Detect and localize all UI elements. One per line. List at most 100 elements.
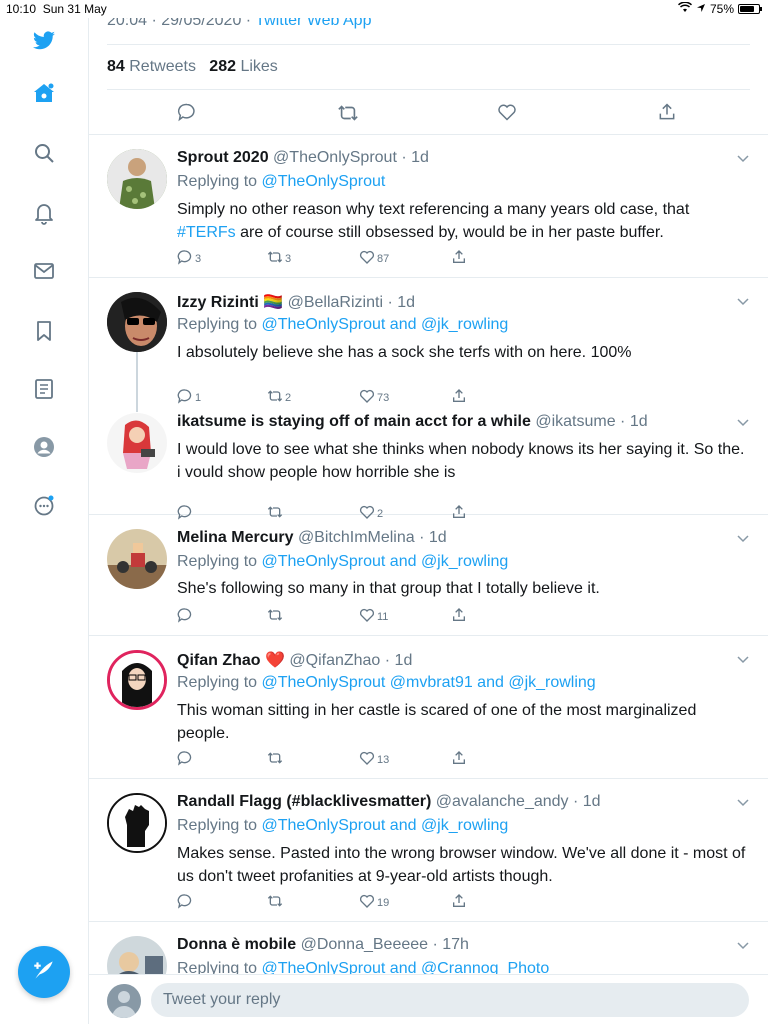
tweet-source-link[interactable]: Twitter Web App [255,18,371,29]
likes-stat[interactable]: 282 Likes [209,58,278,75]
share-button[interactable] [451,388,467,407]
bell-icon[interactable] [31,200,57,226]
like-icon [359,893,375,912]
retweet-button[interactable] [267,893,285,912]
tweet-actions: 13 [177,750,477,770]
like-button[interactable]: 87 [359,249,389,268]
retweet-button[interactable]: 3 [267,249,291,268]
twitter-logo-icon[interactable] [31,28,57,54]
tweet-text: Simply no other reason why text referenc… [177,201,690,241]
reply-tweet[interactable]: Randall Flagg (#blacklivesmatter) @avala… [89,779,768,922]
author-handle: @avalanche_andy · 1d [435,793,601,810]
replying-to: Replying to @TheOnlySprout and @jk_rowli… [177,553,509,570]
like-button[interactable]: 19 [359,893,389,912]
thread-connector [136,352,138,412]
reply-tweet[interactable]: Melina Mercury @BitchImMelina · 1d Reply… [89,515,768,636]
like-button[interactable]: 73 [359,388,389,407]
avatar[interactable] [107,292,167,352]
share-button[interactable] [451,607,467,626]
share-icon [451,893,467,912]
tweet-text: I would love to see what she thinks when… [177,441,745,481]
retweet-icon[interactable] [337,102,359,124]
share-icon [451,249,467,268]
reply-tweet[interactable]: Qifan Zhao ❤️ @QifanZhao · 1d Replying t… [89,636,768,779]
reply-icon [177,893,193,912]
tweet-text: I absolutely believe she has a sock she … [177,344,632,361]
retweet-button[interactable] [267,607,285,626]
author-name[interactable]: Sprout 2020 [177,149,269,166]
location-icon [696,2,706,16]
avatar[interactable] [107,936,167,974]
chevron-down-icon[interactable] [736,415,750,429]
avatar[interactable] [107,529,167,589]
hashtag-link[interactable]: #TERFs [177,224,236,241]
home-icon[interactable] [31,80,57,106]
reply-composer [89,974,768,1024]
share-button[interactable] [451,249,467,268]
author-name[interactable]: Qifan Zhao ❤️ [177,652,285,669]
retweet-icon [267,388,283,407]
compose-tweet-button[interactable] [18,946,70,998]
retweet-button[interactable]: 2 [267,388,291,407]
avatar[interactable] [107,650,167,710]
author-name[interactable]: Izzy Rizinti 🏳️‍🌈 [177,294,283,311]
share-button[interactable] [451,893,467,912]
list-icon[interactable] [31,376,57,402]
tweet-actions: 1 2 73 [177,388,477,408]
avatar[interactable] [107,149,167,209]
battery-icon [738,4,762,14]
replying-to: Replying to @TheOnlySprout @mvbrat91 and… [177,674,596,691]
share-button[interactable] [451,750,467,769]
share-icon [451,388,467,407]
author-name[interactable]: ikatsume is staying off of main acct for… [177,413,531,430]
author-name[interactable]: Melina Mercury [177,529,293,546]
reply-tweet[interactable]: Sprout 2020 @TheOnlySprout · 1d Replying… [89,135,768,278]
retweets-stat[interactable]: 84 Retweets [107,58,196,75]
profile-icon[interactable] [31,434,57,460]
tweet-timestamp: 20:04 · 29/05/2020 · Twitter Web App [107,18,371,30]
reply-thread: Izzy Rizinti 🏳️‍🌈 @BellaRizinti · 1d Rep… [89,278,768,520]
reply-button[interactable]: 1 [177,388,201,407]
share-icon [451,607,467,626]
chevron-down-icon[interactable] [736,938,750,952]
reply-input[interactable] [151,983,749,1017]
replying-to: Replying to @TheOnlySprout and @Crannog_… [177,960,550,974]
chevron-down-icon[interactable] [736,531,750,545]
author-handle: @BellaRizinti · 1d [287,294,416,311]
avatar[interactable] [107,793,167,853]
reply-button[interactable] [177,893,195,912]
reply-tweet[interactable]: Donna è mobile @Donna_Beeeee · 17h Reply… [89,922,768,974]
retweet-icon [267,750,283,769]
mail-icon[interactable] [31,258,57,284]
chevron-down-icon[interactable] [736,795,750,809]
share-icon[interactable] [657,102,679,124]
like-icon[interactable] [497,102,519,124]
like-icon [359,607,375,626]
tweet-actions: 19 [177,893,477,913]
tweet-text: She's following so many in that group th… [177,580,600,597]
avatar[interactable] [107,413,167,473]
bookmark-icon[interactable] [31,318,57,344]
chevron-down-icon[interactable] [736,652,750,666]
replying-to: Replying to @TheOnlySprout [177,173,386,190]
like-button[interactable]: 11 [359,607,388,626]
tweet-actions: 11 [177,607,477,627]
search-icon[interactable] [31,140,57,166]
author-handle: @BitchImMelina · 1d [297,529,447,546]
author-name[interactable]: Randall Flagg (#blacklivesmatter) [177,793,431,810]
author-name[interactable]: Donna è mobile [177,936,296,953]
retweet-button[interactable] [267,750,285,769]
chevron-down-icon[interactable] [736,294,750,308]
like-button[interactable]: 13 [359,750,389,769]
reply-icon [177,249,193,268]
more-icon[interactable] [31,492,57,518]
status-time: 10:10 Sun 31 May [6,2,107,16]
reply-button[interactable] [177,750,195,769]
reply-button[interactable] [177,607,195,626]
chevron-down-icon[interactable] [736,151,750,165]
reply-button[interactable]: 3 [177,249,201,268]
avatar[interactable] [107,984,141,1018]
like-icon [359,388,375,407]
sidebar-nav [0,18,89,1024]
reply-icon[interactable] [177,102,199,124]
